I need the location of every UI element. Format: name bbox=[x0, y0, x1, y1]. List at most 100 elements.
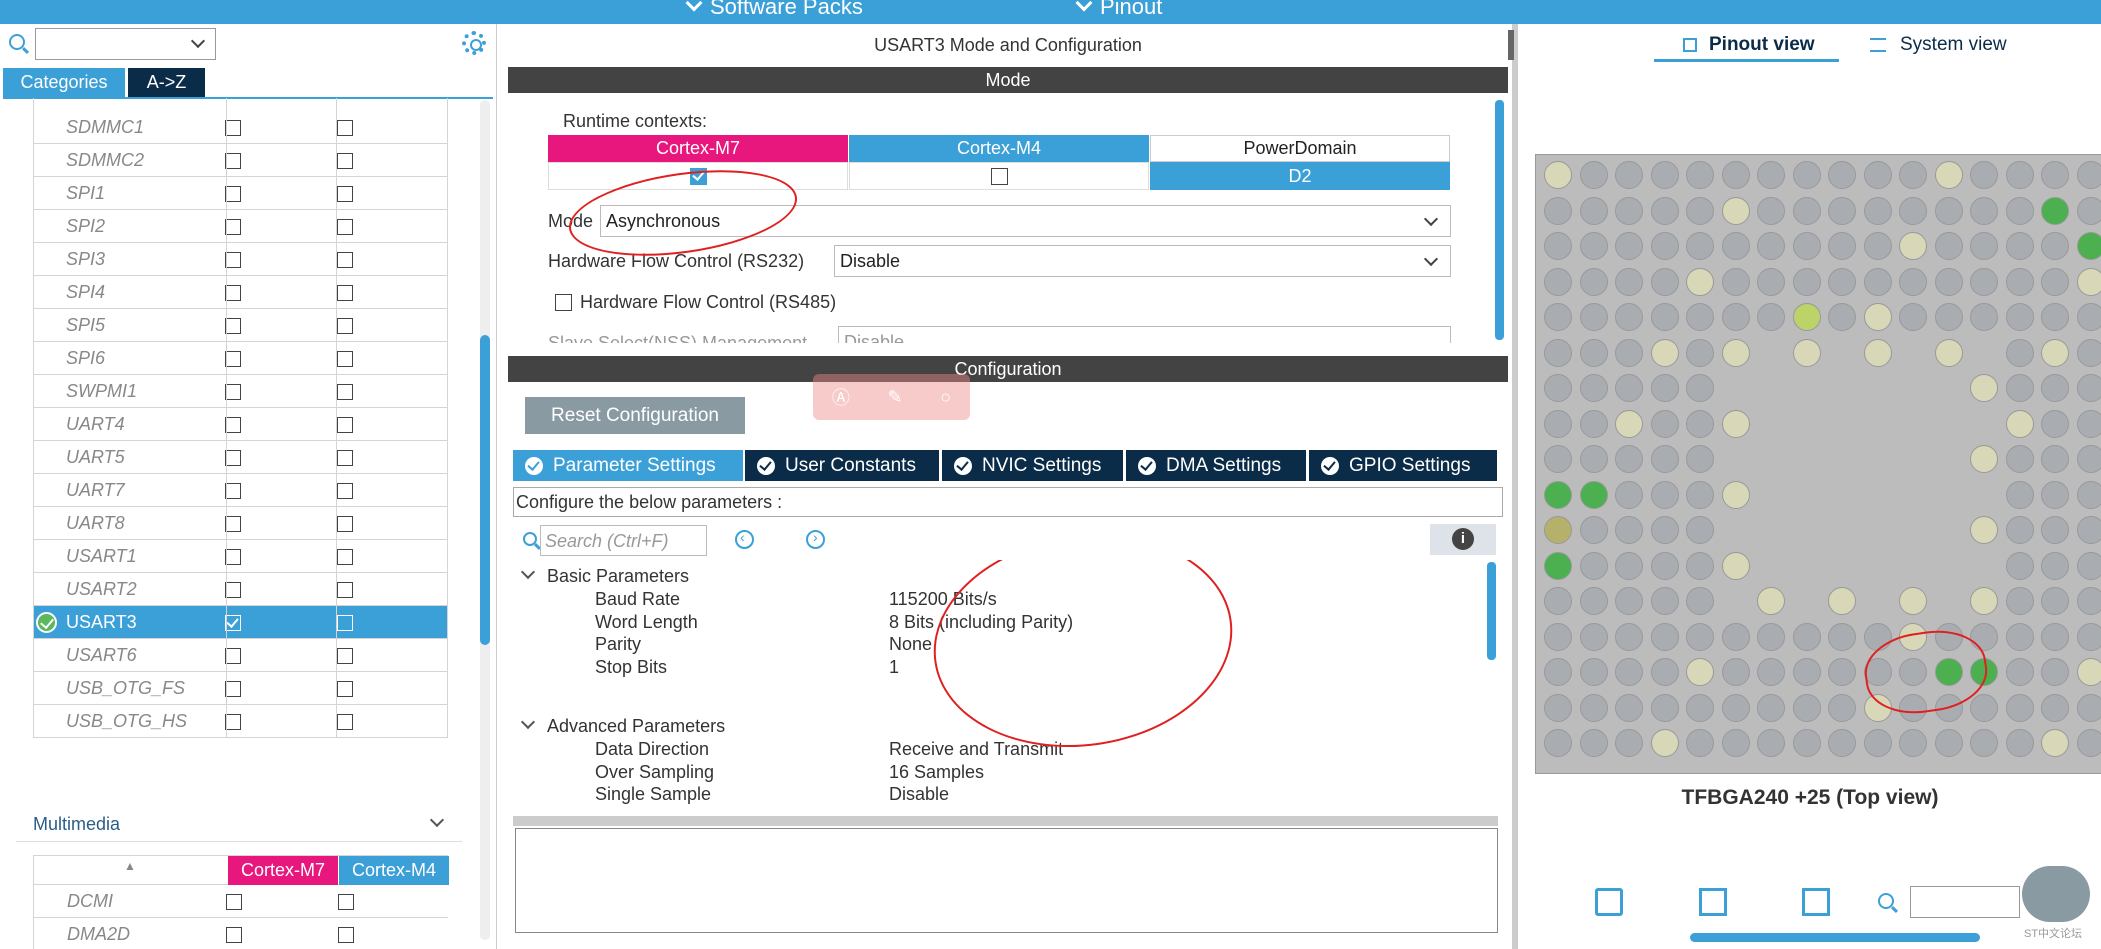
peripheral-row[interactable]: SDMMC1 bbox=[33, 111, 448, 144]
package-ball[interactable] bbox=[1544, 267, 1572, 296]
cortex-m7-checkbox[interactable] bbox=[226, 927, 242, 943]
package-ball[interactable] bbox=[1970, 267, 1998, 296]
left-scrollbar-thumb[interactable] bbox=[480, 335, 490, 645]
package-ball[interactable] bbox=[2005, 445, 2034, 473]
info-button[interactable]: i bbox=[1430, 524, 1496, 555]
package-ball[interactable] bbox=[1650, 693, 1679, 722]
package-ball[interactable] bbox=[1650, 196, 1679, 225]
cortex-m4-checkbox[interactable] bbox=[338, 927, 354, 943]
package-ball[interactable] bbox=[2041, 516, 2069, 544]
powerdomain-d2[interactable]: D2 bbox=[1150, 162, 1450, 190]
configuration-section-header[interactable]: Configuration bbox=[508, 356, 1508, 382]
tab-user-constants[interactable]: User Constants bbox=[745, 450, 939, 481]
package-ball[interactable] bbox=[1970, 729, 1998, 757]
package-ball[interactable] bbox=[1615, 445, 1643, 473]
package-ball[interactable] bbox=[1650, 480, 1679, 509]
cortex-m7-checkbox[interactable] bbox=[225, 252, 241, 268]
peripheral-row[interactable]: UART4 bbox=[33, 408, 448, 441]
package-ball[interactable] bbox=[1650, 658, 1679, 686]
package-ball[interactable] bbox=[1544, 693, 1572, 722]
cortex-m4-checkbox[interactable] bbox=[337, 384, 353, 400]
parameter-name[interactable]: Over Sampling bbox=[595, 762, 714, 783]
cortex-m7-checkbox[interactable] bbox=[225, 153, 241, 169]
package-ball[interactable] bbox=[1757, 693, 1785, 722]
search-icon[interactable] bbox=[9, 34, 25, 50]
cortex-m4-checkbox[interactable] bbox=[337, 351, 353, 367]
package-ball[interactable] bbox=[1721, 693, 1750, 722]
package-ball[interactable] bbox=[1721, 729, 1750, 757]
package-ball[interactable] bbox=[1721, 303, 1750, 331]
package-ball[interactable] bbox=[1828, 196, 1856, 225]
package-ball[interactable] bbox=[1650, 445, 1679, 473]
package-ball[interactable] bbox=[1650, 729, 1679, 757]
package-ball[interactable] bbox=[1757, 267, 1785, 296]
package-ball[interactable] bbox=[1934, 338, 1963, 367]
package-ball[interactable] bbox=[1686, 267, 1714, 296]
m4-context-checkbox[interactable] bbox=[991, 168, 1008, 185]
package-ball[interactable] bbox=[1863, 267, 1892, 296]
package-ball[interactable] bbox=[2076, 303, 2101, 331]
parameter-value[interactable]: 1 bbox=[889, 657, 899, 678]
package-ball[interactable] bbox=[2005, 551, 2034, 580]
cortex-m4-checkbox[interactable] bbox=[337, 648, 353, 664]
package-ball[interactable] bbox=[1544, 551, 1572, 580]
peripheral-row[interactable]: USB_OTG_FS bbox=[33, 672, 448, 705]
package-ball[interactable] bbox=[1721, 551, 1750, 580]
package-ball[interactable] bbox=[1579, 303, 1608, 331]
package-ball[interactable] bbox=[1828, 587, 1856, 615]
pinout-menu[interactable]: Pinout bbox=[1075, 0, 1162, 20]
parameter-name[interactable]: Single Sample bbox=[595, 784, 711, 805]
package-ball[interactable] bbox=[1615, 551, 1643, 580]
parameter-name[interactable]: Stop Bits bbox=[595, 657, 667, 678]
package-ball[interactable] bbox=[2005, 374, 2034, 402]
cortex-m4-checkbox[interactable] bbox=[338, 894, 354, 910]
package-ball[interactable] bbox=[1970, 587, 1998, 615]
cortex-m7-checkbox[interactable] bbox=[225, 351, 241, 367]
magic-edit-icon[interactable]: ✎ bbox=[888, 387, 903, 408]
tab-gpio-settings[interactable]: GPIO Settings bbox=[1309, 450, 1497, 481]
peripheral-row[interactable]: UART7 bbox=[33, 474, 448, 507]
layout-icon[interactable] bbox=[1802, 888, 1830, 916]
multimedia-section-header[interactable]: Multimedia bbox=[16, 808, 462, 842]
cortex-m4-checkbox[interactable] bbox=[337, 285, 353, 301]
package-ball[interactable] bbox=[2005, 622, 2034, 651]
tab-dma-settings[interactable]: DMA Settings bbox=[1126, 450, 1306, 481]
package-ball[interactable] bbox=[1792, 303, 1821, 331]
cortex-m7-checkbox[interactable] bbox=[225, 450, 241, 466]
package-ball[interactable] bbox=[1757, 729, 1785, 757]
cortex-m7-checkbox[interactable] bbox=[225, 318, 241, 334]
package-ball[interactable] bbox=[1757, 196, 1785, 225]
cortex-m4-checkbox[interactable] bbox=[337, 186, 353, 202]
ai-toolbar-overlay[interactable]: Ⓐ ✎ ○ bbox=[813, 374, 970, 420]
package-ball[interactable] bbox=[1721, 622, 1750, 651]
package-ball[interactable] bbox=[1686, 693, 1714, 722]
package-ball[interactable] bbox=[1650, 161, 1679, 189]
package-ball[interactable] bbox=[1934, 196, 1963, 225]
package-ball[interactable] bbox=[1615, 409, 1643, 438]
peripheral-row[interactable]: SPI3 bbox=[33, 243, 448, 276]
sort-icon[interactable]: ▲ bbox=[124, 859, 136, 873]
peripheral-row[interactable]: SDMMC2 bbox=[33, 144, 448, 177]
package-ball[interactable] bbox=[2041, 622, 2069, 651]
cortex-m7-checkbox[interactable] bbox=[225, 516, 241, 532]
cortex-m4-checkbox[interactable] bbox=[337, 450, 353, 466]
package-ball[interactable] bbox=[2041, 267, 2069, 296]
package-ball[interactable] bbox=[1686, 551, 1714, 580]
package-ball[interactable] bbox=[2076, 445, 2101, 473]
peripheral-row[interactable]: USART3 bbox=[33, 606, 448, 639]
package-ball[interactable] bbox=[1792, 196, 1821, 225]
peripheral-row[interactable]: SWPMI1 bbox=[33, 375, 448, 408]
package-ball[interactable] bbox=[1721, 658, 1750, 686]
package-ball[interactable] bbox=[1615, 729, 1643, 757]
peripheral-row[interactable]: USART2 bbox=[33, 573, 448, 606]
package-ball[interactable] bbox=[1686, 658, 1714, 686]
package-ball[interactable] bbox=[2041, 196, 2069, 225]
cortex-m4-checkbox[interactable] bbox=[337, 681, 353, 697]
package-ball[interactable] bbox=[1615, 693, 1643, 722]
package-ball[interactable] bbox=[2076, 338, 2101, 367]
package-ball[interactable] bbox=[1544, 409, 1572, 438]
package-ball[interactable] bbox=[1650, 551, 1679, 580]
package-ball[interactable] bbox=[2041, 303, 2069, 331]
package-ball[interactable] bbox=[1650, 267, 1679, 296]
package-ball[interactable] bbox=[1544, 374, 1572, 402]
